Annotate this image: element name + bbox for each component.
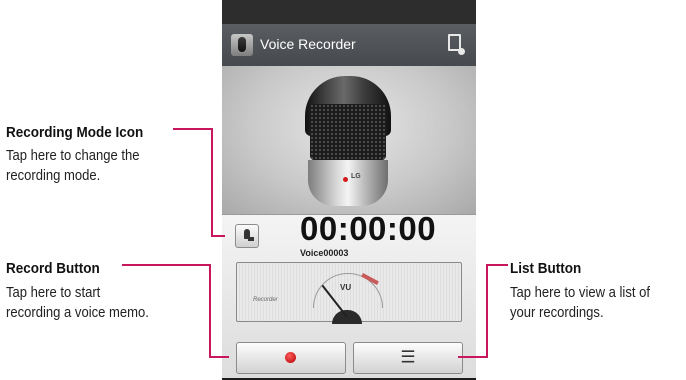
- recording-mode-callout-desc-1: Tap here to change the: [6, 148, 140, 164]
- recording-mode-callout-desc-2: recording mode.: [6, 168, 101, 184]
- list-button-callout-desc-1: Tap here to view a list of: [510, 285, 651, 301]
- timer-display: 00:00:00: [300, 210, 437, 247]
- record-button-callout-desc-2: recording a voice memo.: [6, 305, 149, 321]
- app-bar: Voice Recorder: [222, 24, 476, 66]
- recording-mode-icon-base: [248, 237, 254, 241]
- list-button-callout-line-h: [487, 264, 508, 266]
- microphone-led-icon: [343, 177, 348, 182]
- record-button-callout-line-v: [209, 264, 211, 358]
- list-button-callout-desc-2: your recordings.: [510, 305, 604, 321]
- list-button[interactable]: ☰: [353, 342, 463, 374]
- status-bar: [222, 0, 476, 24]
- record-dot-icon: [285, 352, 296, 363]
- record-button[interactable]: [236, 342, 346, 374]
- vu-meter: VU Recorder: [236, 262, 462, 324]
- recording-mode-callout-line-h: [173, 128, 212, 130]
- microphone-body: [308, 160, 388, 206]
- microphone-grille: [310, 104, 386, 160]
- list-button-callout-title: List Button: [510, 260, 582, 277]
- list-button-callout-line-v: [486, 264, 488, 358]
- file-settings-icon[interactable]: [448, 34, 465, 55]
- microphone-app-icon: [231, 34, 253, 56]
- record-button-callout-title: Record Button: [6, 260, 100, 277]
- vu-meter-label: VU: [340, 283, 352, 292]
- vu-meter-brand: Recorder: [253, 297, 278, 303]
- recording-mode-callout-line-end: [211, 235, 225, 237]
- recording-mode-button[interactable]: [235, 224, 259, 248]
- phone-screen: Voice Recorder LG 00:00:00 Voice00003 VU…: [222, 0, 476, 380]
- list-button-callout-line-end: [458, 356, 488, 358]
- record-button-callout-desc-1: Tap here to start: [6, 285, 101, 301]
- recording-mode-callout-title: Recording Mode Icon: [6, 124, 144, 141]
- record-button-callout-line-h: [122, 264, 211, 266]
- list-icon: ☰: [400, 347, 416, 367]
- app-title: Voice Recorder: [260, 36, 356, 52]
- microphone-stage: LG: [222, 66, 476, 214]
- vu-meter-hub: [332, 310, 362, 324]
- record-button-callout-line-end: [209, 356, 229, 358]
- microphone-brand-logo: LG: [351, 173, 361, 180]
- recording-filename: Voice00003: [300, 248, 349, 258]
- recording-mode-callout-line-v: [211, 128, 213, 237]
